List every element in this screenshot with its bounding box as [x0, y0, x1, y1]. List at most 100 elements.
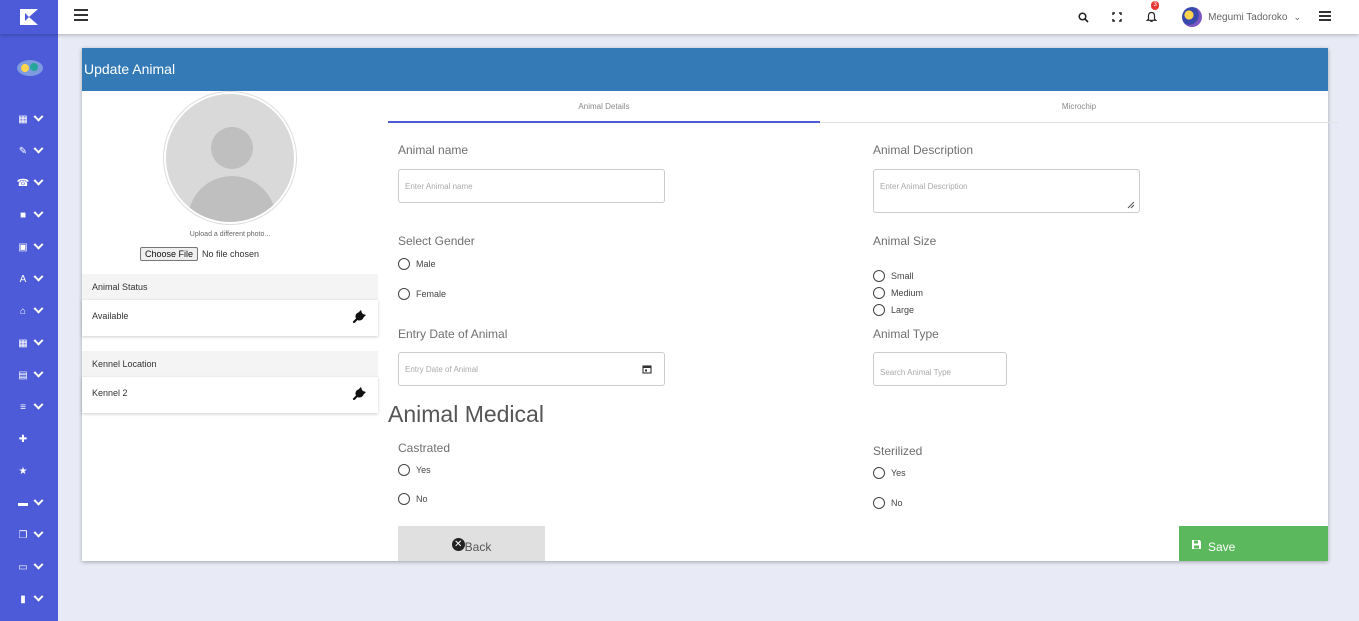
- pencil-icon: ✎: [18, 145, 28, 157]
- kennel-location-panel: Kennel Location Kennel 2: [82, 351, 378, 413]
- chevron-down-icon[interactable]: ⌄: [1293, 12, 1301, 23]
- chevron-down-icon: [33, 527, 44, 538]
- chevron-down-icon: [33, 207, 44, 218]
- radio-label: Female: [416, 289, 447, 299]
- radio-button[interactable]: [873, 270, 885, 282]
- chevron-down-icon: [33, 175, 44, 186]
- sidebar-item-grid[interactable]: ▦: [18, 335, 44, 350]
- chevron-down-icon: [33, 239, 44, 250]
- castrated-radio-yes[interactable]: Yes: [398, 464, 431, 476]
- sidebar-item-font[interactable]: A: [18, 271, 44, 286]
- chevron-down-icon: [33, 495, 44, 506]
- gender-radio-male[interactable]: Male: [398, 258, 436, 270]
- entry-date-input[interactable]: Entry Date of Animal: [398, 352, 665, 386]
- user-name[interactable]: Megumi Tadoroko: [1208, 12, 1287, 23]
- radio-button[interactable]: [398, 288, 410, 300]
- resize-handle-icon[interactable]: [1127, 201, 1135, 209]
- animal-type-search[interactable]: Search Animal Type: [873, 352, 1007, 386]
- chevron-down-icon: [33, 559, 44, 570]
- sidebar-item-home[interactable]: ⌂: [18, 303, 44, 318]
- sterilized-radio-no[interactable]: No: [873, 497, 903, 509]
- search-icon: [1078, 11, 1089, 23]
- font-icon: A: [19, 273, 27, 285]
- sidebar-item-phone[interactable]: ☎: [17, 175, 44, 190]
- size-radio-large[interactable]: Large: [873, 304, 914, 316]
- wrench-icon[interactable]: [352, 310, 366, 324]
- calendar-icon[interactable]: [642, 364, 652, 374]
- notifications-button[interactable]: 3: [1134, 0, 1168, 34]
- radio-button[interactable]: [398, 493, 410, 505]
- sidebar-item-clipboard[interactable]: ▤: [18, 367, 44, 382]
- sidebar-item-dashboard[interactable]: ▦: [18, 111, 44, 126]
- app-logo[interactable]: [0, 0, 58, 34]
- sidebar-item-star[interactable]: ★: [18, 464, 28, 478]
- radio-button[interactable]: [398, 258, 410, 270]
- sidebar-toggle-button[interactable]: [74, 9, 88, 23]
- sidebar-item-list[interactable]: ≡: [18, 399, 44, 414]
- file-status: No file chosen: [202, 249, 260, 259]
- kennel-location-value: Kennel 2: [92, 388, 128, 398]
- bell-icon: [1145, 11, 1157, 22]
- radio-button[interactable]: [873, 497, 885, 509]
- sidebar-item-shop[interactable]: ▭: [18, 559, 44, 574]
- animal-name-input[interactable]: Enter Animal name: [398, 169, 665, 203]
- radio-button[interactable]: [873, 467, 885, 479]
- tab-bar: Animal Details Microchip: [388, 92, 1338, 123]
- sterilized-label: Sterilized: [873, 444, 923, 458]
- radio-label: Yes: [891, 468, 906, 478]
- animal-status-title: Animal Status: [82, 274, 378, 300]
- radio-button[interactable]: [873, 287, 885, 299]
- chevron-down-icon: [33, 111, 44, 122]
- update-animal-card: Update Animal Upload a different photo..…: [82, 48, 1338, 561]
- close-circle-icon: ✕: [451, 538, 465, 551]
- wrench-icon[interactable]: [352, 387, 366, 401]
- user-avatar[interactable]: [1182, 7, 1203, 27]
- chevron-down-icon: [33, 303, 44, 314]
- size-radio-medium[interactable]: Medium: [873, 287, 923, 299]
- gender-label: Select Gender: [398, 234, 475, 248]
- sidebar-item-map[interactable]: ▮: [18, 591, 44, 606]
- radio-button[interactable]: [398, 464, 410, 476]
- chevron-down-icon: [33, 367, 44, 378]
- star-icon: ★: [18, 465, 28, 477]
- type-label: Animal Type: [873, 327, 939, 341]
- chevron-down-icon: [33, 335, 44, 346]
- back-button[interactable]: ✕ Back: [398, 526, 545, 561]
- briefcase-icon: ■: [19, 209, 27, 221]
- grid-icon: ▦: [18, 337, 28, 349]
- gender-radio-female[interactable]: Female: [398, 288, 446, 300]
- menu-button[interactable]: [1319, 11, 1331, 23]
- search-button[interactable]: [1066, 0, 1100, 34]
- radio-label: Large: [891, 305, 915, 315]
- brand-avatar-icon[interactable]: [16, 58, 44, 78]
- description-textarea[interactable]: Enter Animal Description: [873, 169, 1140, 213]
- kennel-location-body: Kennel 2: [82, 377, 378, 413]
- radio-label: Small: [891, 271, 914, 281]
- sidebar-item-edit[interactable]: ✎: [18, 143, 44, 158]
- sidebar-item-medkit[interactable]: ✚: [18, 432, 28, 446]
- calendar-icon: ▣: [18, 241, 28, 253]
- list-icon: ≡: [20, 401, 26, 413]
- sidebar-item-table[interactable]: ▬: [18, 495, 44, 510]
- home-icon: ⌂: [19, 305, 27, 317]
- fullscreen-button[interactable]: [1100, 0, 1134, 34]
- medkit-icon: ✚: [18, 433, 28, 445]
- save-button[interactable]: Save: [1179, 526, 1328, 561]
- castrated-radio-no[interactable]: No: [398, 493, 428, 505]
- save-button-label: Save: [1208, 540, 1236, 554]
- sterilized-radio-yes[interactable]: Yes: [873, 467, 906, 479]
- description-label: Animal Description: [873, 143, 974, 157]
- sidebar-item-calendar[interactable]: ▣: [18, 239, 44, 254]
- animal-status-body: Available: [82, 300, 378, 336]
- size-radio-small[interactable]: Small: [873, 270, 914, 282]
- sidebar-item-copy[interactable]: ❐: [18, 527, 44, 542]
- tab-microchip[interactable]: Microchip: [820, 92, 1338, 123]
- sidebar: ▦ ✎ ☎ ■ ▣ A ⌂ ▦ ▤ ≡ ✚ ★ ▬ ❐ ▭ ▮: [0, 34, 58, 621]
- upload-hint: Upload a different photo...: [189, 231, 271, 238]
- choose-file-button[interactable]: Choose File: [140, 247, 199, 261]
- radio-button[interactable]: [873, 304, 885, 316]
- tab-animal-details[interactable]: Animal Details: [388, 92, 820, 123]
- sidebar-item-briefcase[interactable]: ■: [18, 207, 44, 222]
- save-icon: [1192, 540, 1201, 549]
- animal-status-panel: Animal Status Available: [82, 274, 378, 336]
